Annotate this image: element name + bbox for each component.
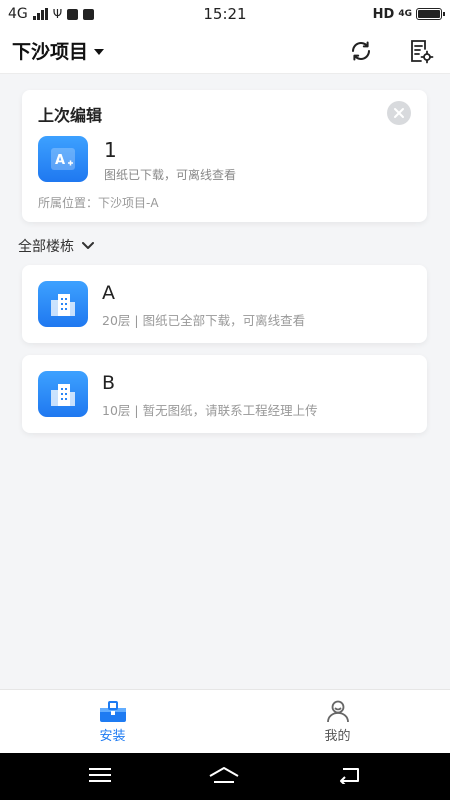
building-icon <box>38 371 88 417</box>
refresh-icon <box>352 41 370 60</box>
menu-icon <box>88 767 111 782</box>
battery-icon <box>416 8 445 20</box>
tab-label: 我的 <box>324 729 351 744</box>
building-status: 20层 | 图纸已全部下载，可离线查看 <box>102 313 306 328</box>
drawing-icon-letter: A <box>55 153 65 168</box>
drawing-icon: A <box>38 136 88 182</box>
signal-icon <box>32 8 48 20</box>
drawing-status: 图纸已下载，可离线查看 <box>104 168 237 182</box>
section-label: 全部楼栋 <box>18 239 74 255</box>
user-icon <box>326 700 349 723</box>
app-notification-icon <box>67 8 79 20</box>
home-button[interactable] <box>208 766 240 788</box>
bottom-tab-bar: 安装 我的 <box>0 689 450 753</box>
building-card-b[interactable]: B 10层 | 暂无图纸，请联系工程经理上传 <box>22 355 427 433</box>
building-status: 10层 | 暂无图纸，请联系工程经理上传 <box>102 403 318 418</box>
back-icon <box>340 767 360 786</box>
close-button[interactable] <box>387 101 411 125</box>
status-right: HD 4G <box>372 6 445 22</box>
home-icon <box>209 766 239 783</box>
clipboard-icon <box>83 8 95 20</box>
last-edit-card[interactable]: 上次编辑 A 1 图纸已下载，可离线查看 所属位置：下沙项目-A <box>22 90 427 222</box>
status-left: 4G Ψ <box>8 6 373 22</box>
caret-down-icon <box>94 48 105 55</box>
building-icon <box>38 281 88 327</box>
settings-list-button[interactable] <box>408 38 434 64</box>
last-edit-heading: 上次编辑 <box>38 106 103 125</box>
tab-profile[interactable]: 我的 <box>225 690 450 753</box>
project-title: 下沙项目 <box>12 41 89 63</box>
chevron-down-icon <box>82 242 94 249</box>
list-settings-icon <box>411 39 434 63</box>
all-buildings-filter[interactable]: 全部楼栋 <box>18 236 94 256</box>
usb-icon: Ψ <box>52 7 63 21</box>
net-right-label: 4G <box>398 9 412 19</box>
back-button[interactable] <box>337 766 361 788</box>
refresh-button[interactable] <box>348 38 374 64</box>
toolbox-icon <box>99 701 126 722</box>
status-bar: 4G Ψ 15:21 HD 4G <box>0 0 450 28</box>
app-header: 下沙项目 <box>0 28 450 74</box>
menu-button[interactable] <box>88 767 111 787</box>
close-icon <box>394 108 404 118</box>
network-label: 4G <box>8 6 28 22</box>
system-nav-bar <box>0 753 450 800</box>
hd-label: HD <box>372 6 395 22</box>
building-name: A <box>102 282 115 304</box>
project-selector[interactable]: 下沙项目 <box>12 37 105 64</box>
drawing-name: 1 <box>104 138 117 162</box>
building-name: B <box>102 372 116 394</box>
tab-install[interactable]: 安装 <box>0 690 225 753</box>
drawing-location: 所属位置：下沙项目-A <box>38 196 159 210</box>
tab-label: 安装 <box>99 729 126 744</box>
building-card-a[interactable]: A 20层 | 图纸已全部下载，可离线查看 <box>22 265 427 343</box>
